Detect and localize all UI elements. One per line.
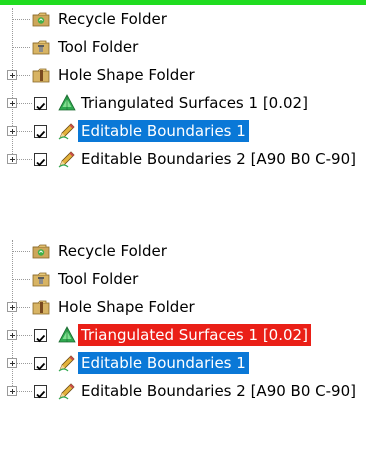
expand-plus-icon[interactable]: [7, 302, 17, 312]
pencil-boundary-icon: [58, 122, 76, 140]
pencil-boundary-icon: [58, 354, 76, 372]
tree-item-label[interactable]: Tool Folder: [55, 268, 141, 290]
tree-item-label[interactable]: Recycle Folder: [55, 8, 170, 30]
visibility-checkbox[interactable]: [34, 329, 47, 343]
tree-item[interactable]: Triangulated Surfaces 1 [0.02]: [0, 322, 366, 348]
tree-item[interactable]: Hole Shape Folder: [0, 62, 366, 88]
checkmark-icon: [36, 130, 46, 139]
expand-plus-icon[interactable]: [7, 126, 17, 136]
pencil-boundary-icon: [58, 382, 76, 400]
tree-item[interactable]: Recycle Folder: [0, 238, 366, 264]
tree-item-label[interactable]: Triangulated Surfaces 1 [0.02]: [78, 324, 311, 346]
expand-plus-icon[interactable]: [7, 98, 17, 108]
tool-folder-icon: [32, 38, 50, 56]
tree-item-label[interactable]: Recycle Folder: [55, 240, 170, 262]
tool-folder-icon: [32, 270, 50, 288]
tree-item-label[interactable]: Editable Boundaries 2 [A90 B0 C-90]: [78, 148, 359, 170]
visibility-checkbox[interactable]: [34, 97, 47, 111]
tree-branch-line: [12, 251, 30, 252]
visibility-checkbox[interactable]: [34, 385, 47, 399]
tree-item[interactable]: Editable Boundaries 1: [0, 118, 366, 144]
tree-item[interactable]: Tool Folder: [0, 34, 366, 60]
tree-item[interactable]: Hole Shape Folder: [0, 294, 366, 320]
checkmark-icon: [36, 390, 46, 399]
triangulated-surface-icon: [58, 94, 76, 112]
tree-panel-1: Recycle Folder Tool Folder Hole Shape Fold…: [0, 6, 366, 174]
tree-item-label[interactable]: Editable Boundaries 1: [78, 120, 249, 142]
tree-item[interactable]: Editable Boundaries 2 [A90 B0 C-90]: [0, 378, 366, 404]
expand-plus-icon[interactable]: [7, 358, 17, 368]
tree-branch-line: [12, 279, 30, 280]
triangulated-surface-icon: [58, 326, 76, 344]
tree-item-label[interactable]: Hole Shape Folder: [55, 64, 198, 86]
tree-panel-2: Recycle Folder Tool Folder Hole Shape Fold…: [0, 238, 366, 406]
expand-plus-icon[interactable]: [7, 154, 17, 164]
expand-plus-icon[interactable]: [7, 386, 17, 396]
tree-branch-line: [12, 47, 30, 48]
tree-item-label[interactable]: Hole Shape Folder: [55, 296, 198, 318]
checkmark-icon: [36, 334, 46, 343]
visibility-checkbox[interactable]: [34, 357, 47, 371]
tree-item[interactable]: Triangulated Surfaces 1 [0.02]: [0, 90, 366, 116]
expand-plus-icon[interactable]: [7, 70, 17, 80]
hole-shape-folder-icon: [32, 298, 50, 316]
tree-item[interactable]: Editable Boundaries 2 [A90 B0 C-90]: [0, 146, 366, 172]
visibility-checkbox[interactable]: [34, 153, 47, 167]
tree-item-label[interactable]: Tool Folder: [55, 36, 141, 58]
visibility-checkbox[interactable]: [34, 125, 47, 139]
tree-item[interactable]: Recycle Folder: [0, 6, 366, 32]
recycle-folder-icon: [32, 242, 50, 260]
tree-branch-line: [12, 19, 30, 20]
tree-item-label[interactable]: Editable Boundaries 2 [A90 B0 C-90]: [78, 380, 359, 402]
tree-item-label[interactable]: Editable Boundaries 1: [78, 352, 249, 374]
checkmark-icon: [36, 362, 46, 371]
tree-item[interactable]: Editable Boundaries 1: [0, 350, 366, 376]
top-accent-bar: [0, 0, 366, 5]
tree-item-label[interactable]: Triangulated Surfaces 1 [0.02]: [78, 92, 311, 114]
pencil-boundary-icon: [58, 150, 76, 168]
tree-item[interactable]: Tool Folder: [0, 266, 366, 292]
expand-plus-icon[interactable]: [7, 330, 17, 340]
checkmark-icon: [36, 158, 46, 167]
checkmark-icon: [36, 102, 46, 111]
hole-shape-folder-icon: [32, 66, 50, 84]
recycle-folder-icon: [32, 10, 50, 28]
